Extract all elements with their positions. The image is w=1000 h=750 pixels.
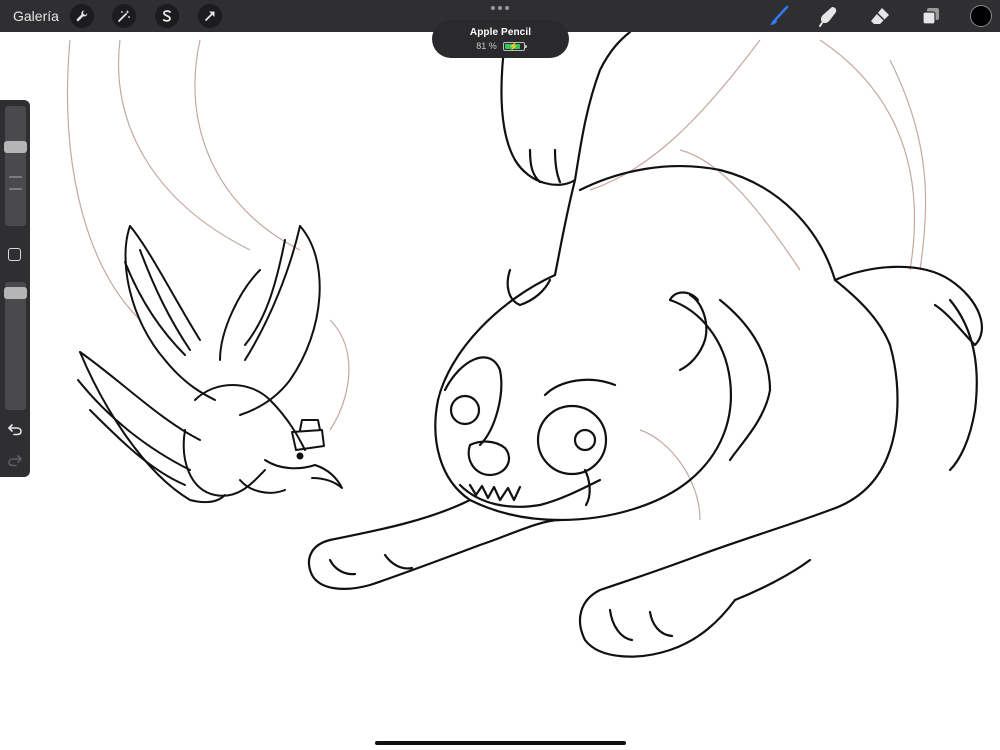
opacity-thumb[interactable] bbox=[4, 287, 27, 299]
magic-wand-icon bbox=[118, 10, 130, 22]
modify-button[interactable] bbox=[8, 248, 21, 261]
battery-percentage: 81 % bbox=[476, 41, 497, 51]
layers-icon bbox=[922, 8, 939, 25]
brush-size-slider[interactable] bbox=[4, 106, 27, 226]
smudge-finger-icon bbox=[819, 7, 837, 27]
cat-drawing bbox=[307, 32, 983, 658]
toolbar-handle[interactable] bbox=[491, 6, 509, 10]
undo-button[interactable] bbox=[7, 422, 23, 436]
notification-title: Apple Pencil bbox=[469, 27, 532, 38]
gallery-button[interactable]: Galería bbox=[13, 8, 59, 24]
smudge-tool-button[interactable] bbox=[816, 3, 842, 29]
color-picker-button[interactable] bbox=[970, 5, 992, 27]
home-indicator[interactable] bbox=[375, 741, 626, 745]
transform-button[interactable] bbox=[198, 4, 222, 28]
battery-icon: ⚡ bbox=[502, 41, 527, 51]
drawing-canvas[interactable] bbox=[0, 32, 1000, 750]
layers-button[interactable] bbox=[918, 3, 944, 29]
adjustments-button[interactable] bbox=[112, 4, 136, 28]
actions-button[interactable] bbox=[70, 4, 94, 28]
opacity-slider[interactable] bbox=[4, 282, 27, 410]
selection-button[interactable] bbox=[155, 4, 179, 28]
eraser-tool-button[interactable] bbox=[867, 3, 893, 29]
redo-arrow-icon bbox=[8, 455, 22, 467]
left-sidebar bbox=[0, 100, 30, 477]
eraser-icon bbox=[871, 8, 889, 24]
sketch-guidelines bbox=[66, 39, 927, 521]
wrench-icon bbox=[76, 10, 88, 22]
charging-bolt-icon: ⚡ bbox=[508, 41, 519, 51]
brush-size-thumb[interactable] bbox=[4, 141, 27, 153]
bird-drawing bbox=[77, 225, 343, 504]
brush-tool-button[interactable] bbox=[766, 3, 792, 29]
apple-pencil-notification: Apple Pencil 81 % ⚡ bbox=[432, 20, 569, 58]
redo-button[interactable] bbox=[7, 453, 23, 467]
arrow-cursor-icon bbox=[205, 11, 215, 21]
selection-s-icon bbox=[162, 10, 171, 22]
undo-arrow-icon bbox=[8, 424, 22, 436]
brush-icon bbox=[770, 5, 789, 25]
